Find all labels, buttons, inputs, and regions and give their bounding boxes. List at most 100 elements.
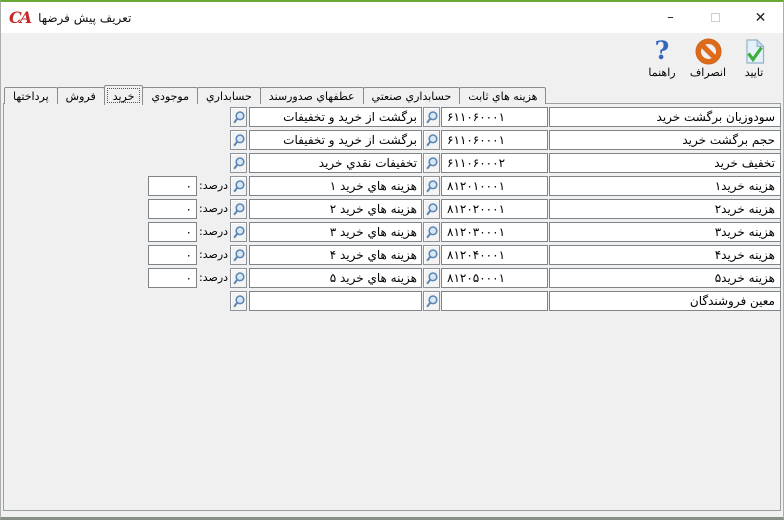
title-bar: CA تعريف پيش فرضها – ✕ bbox=[1, 2, 783, 33]
tab[interactable]: پرداختها bbox=[4, 87, 58, 104]
account-title-field[interactable]: حجم برگشت خريد bbox=[549, 130, 781, 150]
maximize-button bbox=[693, 2, 738, 33]
percent-input[interactable]: ۰ bbox=[148, 222, 197, 242]
help-button[interactable]: ? راهنما bbox=[639, 37, 685, 83]
account-description-input[interactable]: هزينه هاي خريد ۲ bbox=[249, 199, 422, 219]
account-code-input[interactable]: ۶۱۱۰۶۰۰۰۱ bbox=[441, 107, 548, 127]
tab-bar: پرداختها فروش خريد موجودي حسابداري عطفهاي صدو… bbox=[4, 86, 545, 104]
account-description-input[interactable]: هزينه هاي خريد ۱ bbox=[249, 176, 422, 196]
account-lookup-button[interactable] bbox=[423, 176, 440, 196]
tab[interactable]: عطفهاي صدورسند bbox=[260, 87, 364, 104]
detail-lookup-button[interactable] bbox=[230, 222, 247, 242]
account-lookup-button[interactable] bbox=[423, 222, 440, 242]
account-description-input[interactable]: هزينه هاي خريد ۳ bbox=[249, 222, 422, 242]
tab[interactable]: فروش bbox=[57, 87, 105, 104]
detail-lookup-button[interactable] bbox=[230, 153, 247, 173]
tab-label: حسابداري صنعتي bbox=[372, 90, 452, 103]
account-lookup-button[interactable] bbox=[423, 245, 440, 265]
cancel-prohibition-icon bbox=[694, 37, 722, 65]
account-description-input[interactable] bbox=[249, 291, 422, 311]
magnifier-icon bbox=[425, 271, 438, 286]
percent-label: درصد: bbox=[199, 245, 230, 265]
maximize-icon bbox=[711, 13, 720, 22]
account-title-field[interactable]: تخفيف خريد bbox=[549, 153, 781, 173]
account-lookup-button[interactable] bbox=[423, 268, 440, 288]
tab-label: حسابداري bbox=[206, 90, 252, 103]
account-title-field[interactable]: هزينه خريد۲ bbox=[549, 199, 781, 219]
tab-label: خريد bbox=[113, 90, 135, 103]
toolbar: ? راهنما انصراف تاييد bbox=[1, 33, 783, 85]
account-description-input[interactable]: هزينه هاي خريد ۵ bbox=[249, 268, 422, 288]
percent-input[interactable]: ۰ bbox=[148, 268, 197, 288]
magnifier-icon bbox=[232, 179, 245, 194]
magnifier-icon bbox=[232, 225, 245, 240]
confirm-document-check-icon bbox=[740, 37, 768, 65]
detail-lookup-button[interactable] bbox=[230, 245, 247, 265]
account-title-field[interactable]: هزينه خريد۵ bbox=[549, 268, 781, 288]
tab-label: فروش bbox=[66, 90, 96, 103]
percent-label: درصد: bbox=[199, 199, 230, 219]
account-code-input[interactable]: ۸۱۲۰۱۰۰۰۱ bbox=[441, 176, 548, 196]
detail-lookup-button[interactable] bbox=[230, 268, 247, 288]
minimize-button[interactable]: – bbox=[648, 2, 693, 33]
account-code-input[interactable] bbox=[441, 291, 548, 311]
account-lookup-button[interactable] bbox=[423, 130, 440, 150]
magnifier-icon bbox=[232, 110, 245, 125]
cancel-button-label: انصراف bbox=[690, 66, 726, 79]
account-lookup-button[interactable] bbox=[423, 153, 440, 173]
account-code-input[interactable]: ۶۱۱۰۶۰۰۰۱ bbox=[441, 130, 548, 150]
form-row: هزينه خريد۵ ۸۱۲۰۵۰۰۰۱ هزينه هاي خريد ۵ د… bbox=[4, 268, 780, 288]
magnifier-icon bbox=[425, 156, 438, 171]
magnifier-icon bbox=[425, 110, 438, 125]
form-row: هزينه خريد۲ ۸۱۲۰۲۰۰۰۱ هزينه هاي خريد ۲ د… bbox=[4, 199, 780, 219]
account-lookup-button[interactable] bbox=[423, 199, 440, 219]
percent-label: درصد: bbox=[199, 268, 230, 288]
account-title-field[interactable]: هزينه خريد۱ bbox=[549, 176, 781, 196]
magnifier-icon bbox=[425, 202, 438, 217]
tab[interactable]: موجودي bbox=[142, 87, 198, 104]
help-question-icon: ? bbox=[648, 37, 676, 65]
account-description-input[interactable]: برگشت از خريد و تخفيفات bbox=[249, 130, 422, 150]
form-row: تخفيف خريد ۶۱۱۰۶۰۰۰۲ تخفيفات نقدي خريد bbox=[4, 153, 780, 173]
account-description-input[interactable]: برگشت از خريد و تخفيفات bbox=[249, 107, 422, 127]
tab[interactable]: حسابداري صنعتي bbox=[363, 87, 461, 104]
detail-lookup-button[interactable] bbox=[230, 130, 247, 150]
account-code-input[interactable]: ۶۱۱۰۶۰۰۰۲ bbox=[441, 153, 548, 173]
account-title-field[interactable]: هزينه خريد۴ bbox=[549, 245, 781, 265]
account-description-input[interactable]: تخفيفات نقدي خريد bbox=[249, 153, 422, 173]
tab[interactable]: هزينه هاي ثابت bbox=[459, 87, 546, 104]
account-code-input[interactable]: ۸۱۲۰۲۰۰۰۱ bbox=[441, 199, 548, 219]
close-button[interactable]: ✕ bbox=[738, 2, 783, 33]
magnifier-icon bbox=[425, 133, 438, 148]
account-code-input[interactable]: ۸۱۲۰۵۰۰۰۱ bbox=[441, 268, 548, 288]
tab-label: پرداختها bbox=[13, 90, 49, 103]
percent-input[interactable]: ۰ bbox=[148, 176, 197, 196]
tab-label: هزينه هاي ثابت bbox=[468, 90, 537, 103]
account-title-field[interactable]: معين فروشندگان bbox=[549, 291, 781, 311]
account-title-field[interactable]: هزينه خريد۳ bbox=[549, 222, 781, 242]
confirm-button[interactable]: تاييد bbox=[731, 37, 777, 83]
account-lookup-button[interactable] bbox=[423, 107, 440, 127]
tab[interactable]: حسابداري bbox=[197, 87, 261, 104]
account-title-field[interactable]: سودوزيان برگشت خريد bbox=[549, 107, 781, 127]
app-logo-icon: CA bbox=[9, 10, 30, 26]
detail-lookup-button[interactable] bbox=[230, 291, 247, 311]
magnifier-icon bbox=[232, 156, 245, 171]
detail-lookup-button[interactable] bbox=[230, 107, 247, 127]
percent-input[interactable]: ۰ bbox=[148, 199, 197, 219]
tab-selected[interactable]: خريد bbox=[104, 85, 144, 105]
account-code-input[interactable]: ۸۱۲۰۴۰۰۰۱ bbox=[441, 245, 548, 265]
account-lookup-button[interactable] bbox=[423, 291, 440, 311]
form-row: حجم برگشت خريد ۶۱۱۰۶۰۰۰۱ برگشت از خريد و… bbox=[4, 130, 780, 150]
form-row: هزينه خريد۴ ۸۱۲۰۴۰۰۰۱ هزينه هاي خريد ۴ د… bbox=[4, 245, 780, 265]
cancel-button[interactable]: انصراف bbox=[685, 37, 731, 83]
percent-input[interactable]: ۰ bbox=[148, 245, 197, 265]
defaults-dialog-window: CA تعريف پيش فرضها – ✕ ? راهنما انصراف bbox=[0, 0, 784, 520]
form-row: هزينه خريد۱ ۸۱۲۰۱۰۰۰۱ هزينه هاي خريد ۱ د… bbox=[4, 176, 780, 196]
detail-lookup-button[interactable] bbox=[230, 199, 247, 219]
confirm-button-label: تاييد bbox=[745, 66, 764, 79]
account-description-input[interactable]: هزينه هاي خريد ۴ bbox=[249, 245, 422, 265]
window-controls: – ✕ bbox=[648, 2, 783, 33]
detail-lookup-button[interactable] bbox=[230, 176, 247, 196]
account-code-input[interactable]: ۸۱۲۰۳۰۰۰۱ bbox=[441, 222, 548, 242]
